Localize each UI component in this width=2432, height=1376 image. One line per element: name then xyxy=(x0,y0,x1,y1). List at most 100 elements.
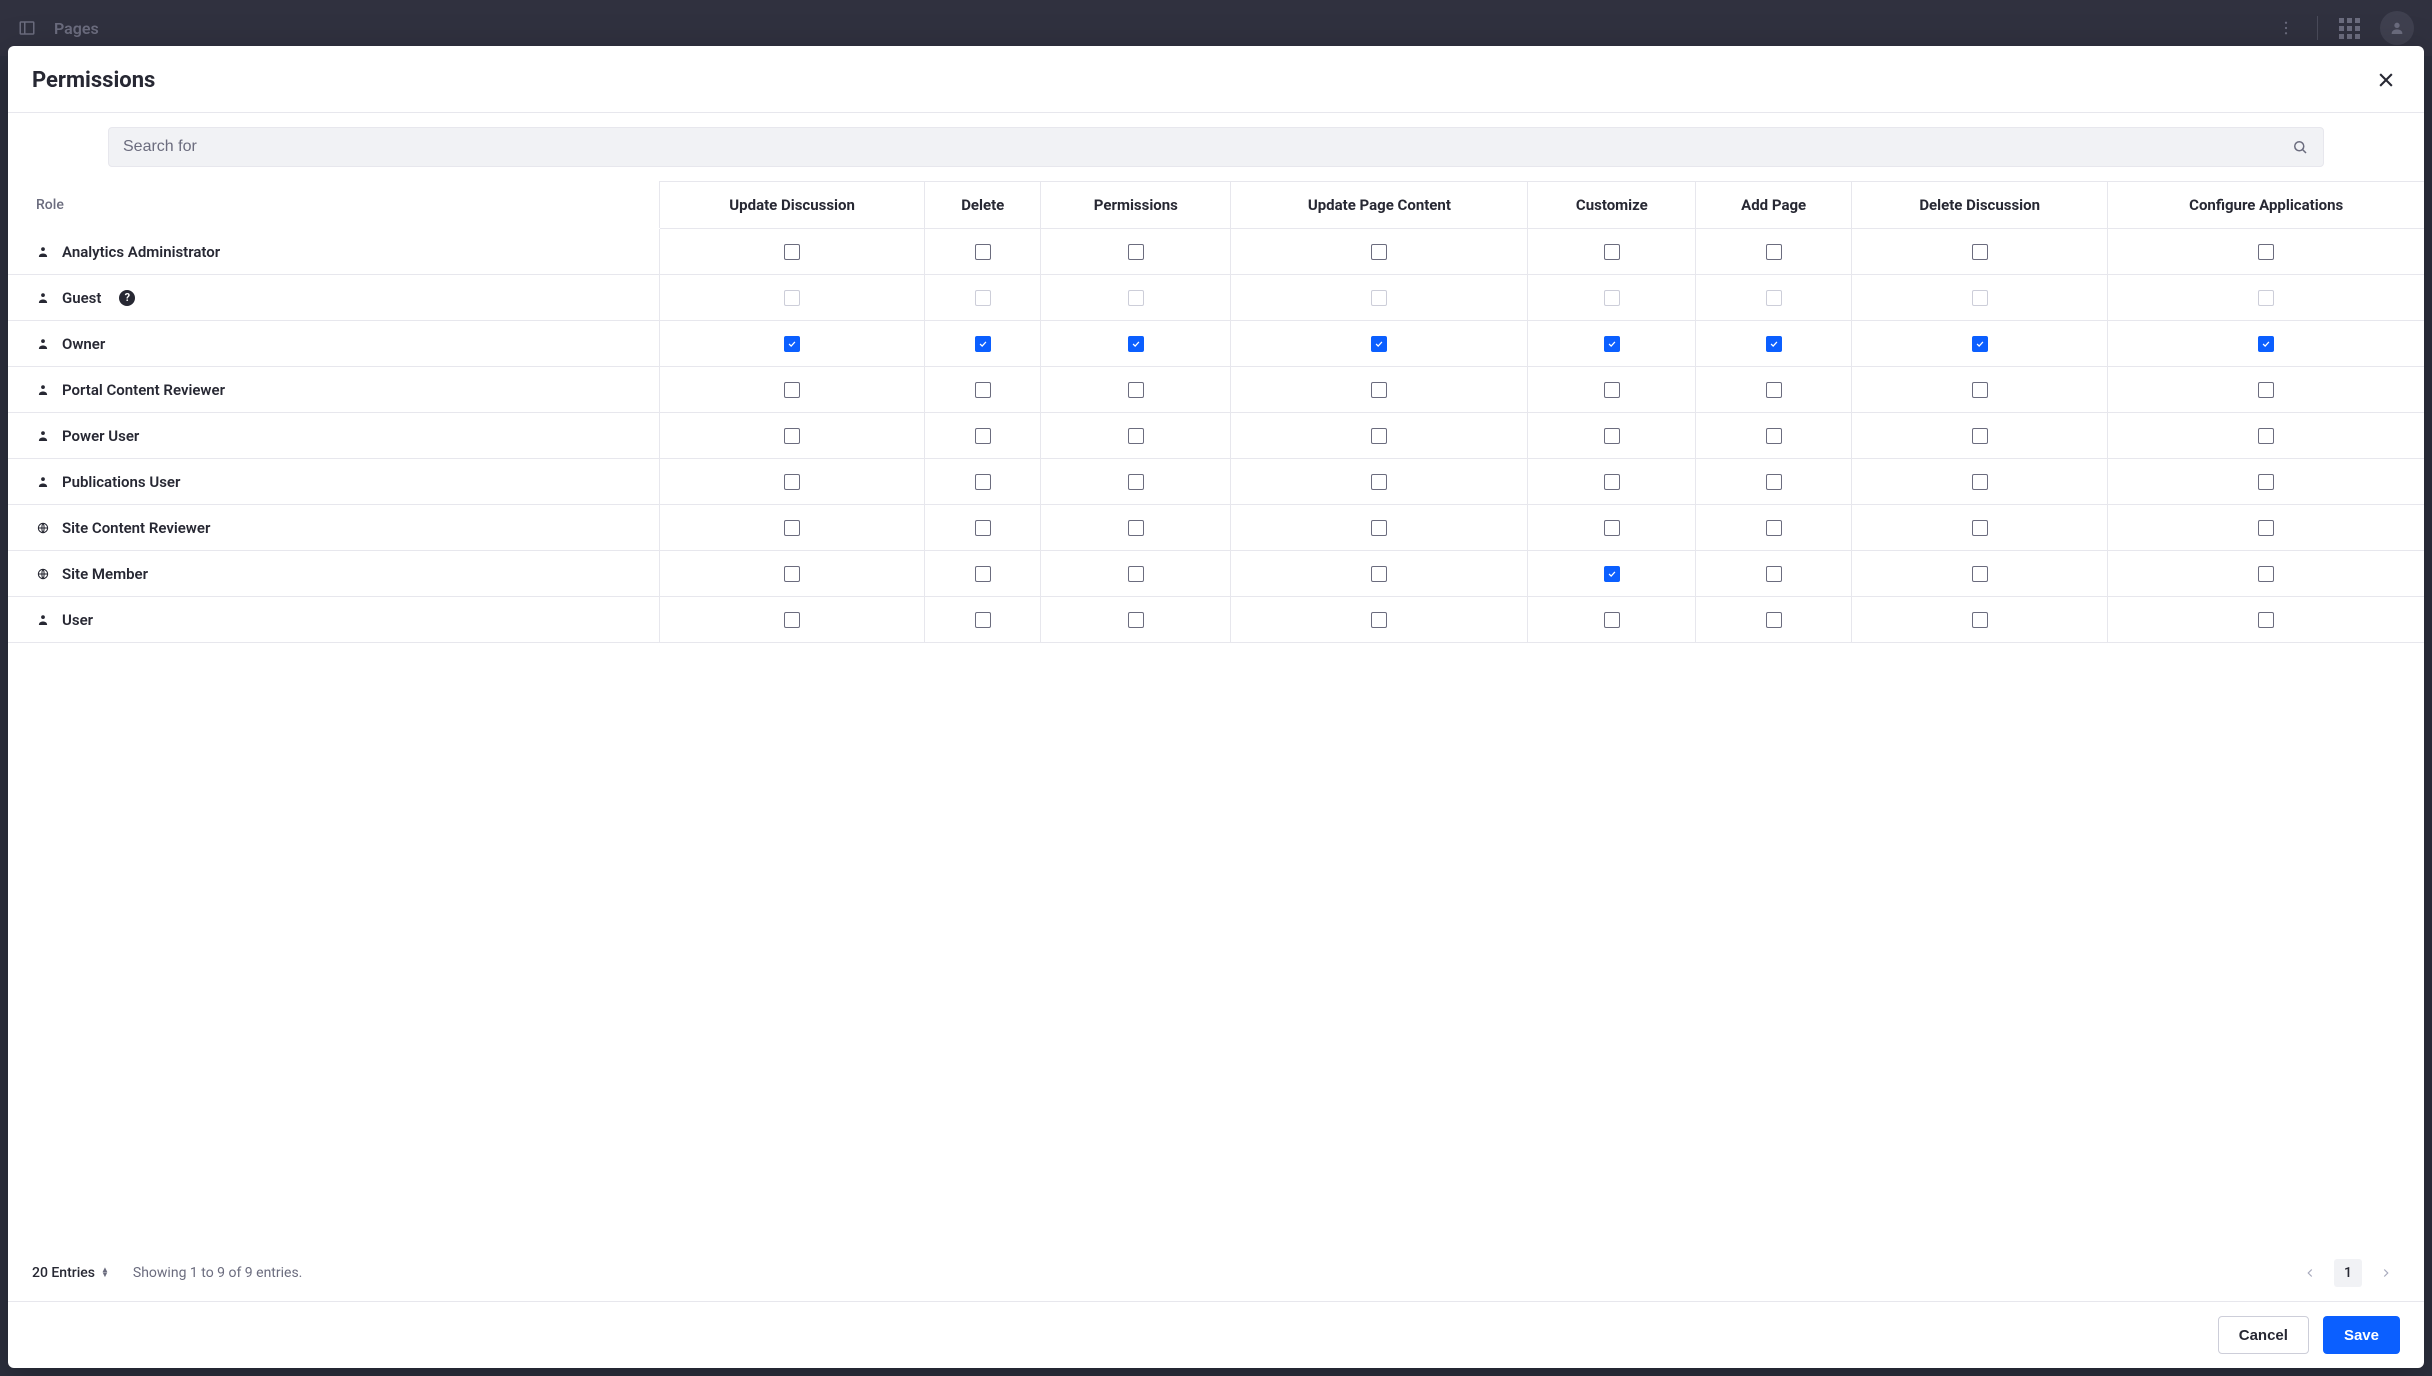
sidebar-toggle-icon[interactable] xyxy=(18,19,36,37)
prev-page-button[interactable] xyxy=(2296,1259,2324,1287)
checkbox[interactable] xyxy=(1371,520,1387,536)
checkbox[interactable] xyxy=(975,474,991,490)
checkbox[interactable] xyxy=(1128,336,1144,352)
checkbox[interactable] xyxy=(784,336,800,352)
role-cell: Guest? xyxy=(8,275,659,321)
checkbox[interactable] xyxy=(2258,244,2274,260)
checkbox[interactable] xyxy=(1604,244,1620,260)
role-cell: User xyxy=(8,597,659,643)
perm-cell xyxy=(1231,367,1528,413)
checkbox[interactable] xyxy=(784,612,800,628)
apps-grid-icon[interactable] xyxy=(2340,19,2358,37)
checkbox[interactable] xyxy=(1972,244,1988,260)
checkbox[interactable] xyxy=(1972,428,1988,444)
checkbox[interactable] xyxy=(2258,612,2274,628)
checkbox[interactable] xyxy=(2258,336,2274,352)
perm-cell xyxy=(1528,505,1696,551)
checkbox[interactable] xyxy=(975,520,991,536)
checkbox[interactable] xyxy=(975,428,991,444)
checkbox[interactable] xyxy=(1128,428,1144,444)
checkbox[interactable] xyxy=(2258,474,2274,490)
checkbox[interactable] xyxy=(975,244,991,260)
modal-footer: Cancel Save xyxy=(8,1301,2424,1368)
checkbox[interactable] xyxy=(1766,520,1782,536)
checkbox[interactable] xyxy=(1371,382,1387,398)
close-button[interactable] xyxy=(2372,66,2400,94)
checkbox[interactable] xyxy=(1604,428,1620,444)
checkbox[interactable] xyxy=(784,382,800,398)
checkbox[interactable] xyxy=(975,612,991,628)
checkbox[interactable] xyxy=(1766,244,1782,260)
avatar[interactable] xyxy=(2380,11,2414,45)
checkbox[interactable] xyxy=(1972,474,1988,490)
checkbox[interactable] xyxy=(1766,566,1782,582)
checkbox[interactable] xyxy=(1604,566,1620,582)
checkbox[interactable] xyxy=(1972,382,1988,398)
checkbox[interactable] xyxy=(1972,336,1988,352)
checkbox[interactable] xyxy=(1766,428,1782,444)
globe-icon xyxy=(36,521,50,535)
checkbox[interactable] xyxy=(784,474,800,490)
checkbox[interactable] xyxy=(1371,428,1387,444)
checkbox[interactable] xyxy=(1128,566,1144,582)
checkbox[interactable] xyxy=(1972,520,1988,536)
checkbox[interactable] xyxy=(2258,566,2274,582)
perm-cell xyxy=(1041,597,1231,643)
checkbox[interactable] xyxy=(1604,612,1620,628)
checkbox[interactable] xyxy=(1604,474,1620,490)
checkbox[interactable] xyxy=(1128,244,1144,260)
checkbox[interactable] xyxy=(1128,520,1144,536)
checkbox[interactable] xyxy=(784,428,800,444)
checkbox[interactable] xyxy=(2258,520,2274,536)
next-page-button[interactable] xyxy=(2372,1259,2400,1287)
checkbox[interactable] xyxy=(2258,428,2274,444)
search-icon[interactable] xyxy=(2291,138,2309,156)
search-input[interactable] xyxy=(123,138,2291,156)
checkbox[interactable] xyxy=(1766,382,1782,398)
checkbox xyxy=(784,290,800,306)
checkbox[interactable] xyxy=(1972,612,1988,628)
search-box[interactable] xyxy=(108,127,2324,167)
checkbox[interactable] xyxy=(1371,612,1387,628)
perm-cell xyxy=(1696,459,1852,505)
checkbox[interactable] xyxy=(1128,382,1144,398)
checkbox[interactable] xyxy=(1766,474,1782,490)
checkbox[interactable] xyxy=(1371,244,1387,260)
checkbox[interactable] xyxy=(1371,336,1387,352)
perm-cell xyxy=(1696,229,1852,275)
checkbox[interactable] xyxy=(1604,382,1620,398)
close-icon xyxy=(2376,70,2396,90)
checkbox xyxy=(1371,290,1387,306)
checkbox[interactable] xyxy=(1766,336,1782,352)
chevron-left-icon xyxy=(2303,1266,2317,1280)
kebab-menu-icon[interactable] xyxy=(2277,19,2295,37)
chevron-right-icon xyxy=(2379,1266,2393,1280)
checkbox xyxy=(1128,290,1144,306)
checkbox[interactable] xyxy=(784,566,800,582)
entries-per-page[interactable]: 20 Entries ▲▼ xyxy=(32,1265,109,1281)
checkbox[interactable] xyxy=(784,520,800,536)
checkbox[interactable] xyxy=(1128,474,1144,490)
checkbox[interactable] xyxy=(975,336,991,352)
checkbox[interactable] xyxy=(1128,612,1144,628)
checkbox[interactable] xyxy=(784,244,800,260)
checkbox[interactable] xyxy=(1371,566,1387,582)
perm-cell xyxy=(1231,551,1528,597)
checkbox[interactable] xyxy=(2258,382,2274,398)
help-icon[interactable]: ? xyxy=(119,290,135,306)
page-number[interactable]: 1 xyxy=(2334,1259,2362,1287)
checkbox[interactable] xyxy=(1604,520,1620,536)
cancel-button[interactable]: Cancel xyxy=(2218,1316,2309,1354)
checkbox[interactable] xyxy=(975,382,991,398)
perm-cell xyxy=(1851,505,2107,551)
checkbox[interactable] xyxy=(1766,612,1782,628)
perm-cell xyxy=(2108,413,2424,459)
checkbox[interactable] xyxy=(1604,336,1620,352)
perm-cell xyxy=(1041,505,1231,551)
checkbox[interactable] xyxy=(1371,474,1387,490)
save-button[interactable]: Save xyxy=(2323,1316,2400,1354)
checkbox[interactable] xyxy=(1972,566,1988,582)
column-header-delete-discussion: Delete Discussion xyxy=(1851,182,2107,229)
table-row: Publications User xyxy=(8,459,2424,505)
checkbox[interactable] xyxy=(975,566,991,582)
